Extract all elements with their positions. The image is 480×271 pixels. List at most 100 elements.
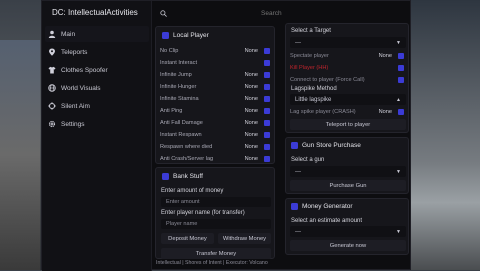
bank-header: Bank Stuff bbox=[162, 173, 203, 180]
search-bar[interactable] bbox=[152, 1, 410, 25]
toggle-checkbox[interactable] bbox=[264, 83, 270, 90]
toggle-row[interactable]: Lag spike player (CRASH) None bbox=[290, 107, 404, 116]
toggle-checkbox[interactable] bbox=[264, 95, 270, 102]
keybind-value[interactable]: None bbox=[245, 48, 258, 54]
toggle-label: Anti Crash/Server lag bbox=[160, 155, 214, 162]
search-input[interactable] bbox=[261, 9, 410, 17]
toggle-checkbox[interactable] bbox=[264, 59, 270, 66]
sidebar-item-main[interactable]: Main bbox=[45, 26, 149, 42]
location-pin-icon bbox=[48, 48, 56, 56]
teleport-to-player-button[interactable]: Teleport to player bbox=[290, 119, 406, 130]
sidebar-item-world-visuals[interactable]: World Visuals bbox=[45, 80, 149, 96]
toggle-checkbox[interactable] bbox=[398, 52, 404, 59]
toggle-label: Connect to player (Force Call) bbox=[290, 76, 365, 83]
sidebar-item-label: World Visuals bbox=[61, 84, 101, 92]
globe-icon bbox=[48, 84, 56, 92]
keybind-value[interactable]: None bbox=[245, 84, 258, 90]
withdraw-button[interactable]: Withdraw Money bbox=[218, 233, 271, 244]
toggle-checkbox[interactable] bbox=[264, 155, 270, 162]
toggle-checkbox[interactable] bbox=[398, 76, 404, 83]
toggle-row[interactable]: Instant Respawn None bbox=[160, 130, 270, 139]
toggle-label: Infinite Jump bbox=[160, 71, 192, 78]
deposit-button[interactable]: Deposit Money bbox=[161, 233, 214, 244]
toggle-checkbox[interactable] bbox=[264, 107, 270, 114]
sidebar-item-silent-aim[interactable]: Silent Aim bbox=[45, 98, 149, 114]
keybind-value[interactable]: None bbox=[245, 144, 258, 150]
amount-label: Enter amount of money bbox=[161, 188, 224, 194]
select-value: Little lagspike bbox=[295, 96, 332, 103]
toggle-label: Anti Ping bbox=[160, 107, 183, 114]
generate-now-button[interactable]: Generate now bbox=[290, 240, 406, 251]
toggle-label: Instant Respawn bbox=[160, 131, 202, 138]
money-icon bbox=[291, 203, 298, 210]
sidebar-item-label: Teleports bbox=[61, 48, 88, 56]
toggle-row[interactable]: Anti Crash/Server lag None bbox=[160, 154, 270, 163]
gun-select[interactable]: --- ▼ bbox=[290, 166, 406, 177]
amount-input[interactable]: Enter amount bbox=[161, 197, 271, 207]
toggle-label: Kill Player (HH) bbox=[290, 64, 329, 71]
keybind-value[interactable]: None bbox=[379, 53, 392, 59]
sidebar-item-label: Settings bbox=[61, 120, 85, 128]
toggle-label: Instant Interact bbox=[160, 59, 198, 66]
toggle-row[interactable]: Infinite Jump None bbox=[160, 70, 270, 79]
sidebar-item-label: Clothes Spoofer bbox=[61, 66, 108, 74]
toggle-row[interactable]: No Clip None bbox=[160, 46, 270, 55]
toggle-row[interactable]: Infinite Stamina None bbox=[160, 94, 270, 103]
footer-status: Intellectual | Shores of Intent | Execut… bbox=[156, 260, 268, 266]
chevron-down-icon: ▼ bbox=[396, 168, 401, 175]
gun-icon bbox=[291, 142, 298, 149]
crosshair-icon bbox=[48, 102, 56, 110]
toggle-label: Infinite Stamina bbox=[160, 95, 199, 102]
target-panel: Select a Target --- ▼ Spectate player No… bbox=[285, 23, 409, 133]
sidebar-item-settings[interactable]: Settings bbox=[45, 116, 149, 132]
sidebar-item-label: Main bbox=[61, 30, 76, 38]
sidebar-item-clothes-spoofer[interactable]: Clothes Spoofer bbox=[45, 62, 149, 78]
estimate-select[interactable]: --- ▼ bbox=[290, 226, 406, 237]
lagspike-method-select[interactable]: Little lagspike ▲ bbox=[290, 94, 406, 105]
sidebar: DC: IntellectualActivities Main Teleport… bbox=[42, 1, 152, 271]
keybind-value[interactable]: None bbox=[379, 109, 392, 115]
purchase-gun-button[interactable]: Purchase Gun bbox=[290, 180, 406, 191]
toggle-row[interactable]: Spectate player None bbox=[290, 51, 404, 60]
bank-icon bbox=[162, 173, 169, 180]
toggle-checkbox[interactable] bbox=[264, 47, 270, 54]
select-value: --- bbox=[295, 228, 301, 235]
toggle-checkbox[interactable] bbox=[264, 71, 270, 78]
keybind-value[interactable]: None bbox=[245, 156, 258, 162]
cheat-menu-window: DC: IntellectualActivities Main Teleport… bbox=[41, 0, 411, 271]
toggle-row[interactable]: Infinite Hunger None bbox=[160, 82, 270, 91]
local-player-panel: Local Player No Clip None Instant Intera… bbox=[155, 26, 275, 164]
toggle-row[interactable]: Instant Interact bbox=[160, 58, 270, 67]
chevron-down-icon: ▲ bbox=[396, 96, 401, 103]
toggle-label: Anti Fall Damage bbox=[160, 119, 203, 126]
keybind-value[interactable]: None bbox=[245, 72, 258, 78]
toggle-checkbox[interactable] bbox=[398, 64, 404, 71]
chevron-down-icon: ▼ bbox=[396, 228, 401, 235]
toggle-row[interactable]: Connect to player (Force Call) bbox=[290, 75, 404, 84]
target-select[interactable]: --- ▼ bbox=[290, 37, 406, 48]
keybind-value[interactable]: None bbox=[245, 96, 258, 102]
toggle-checkbox[interactable] bbox=[398, 108, 404, 115]
gun-select-label: Select a gun bbox=[291, 157, 325, 163]
toggle-label: Spectate player bbox=[290, 52, 329, 59]
player-name-input[interactable]: Player name bbox=[161, 219, 271, 229]
sidebar-item-teleports[interactable]: Teleports bbox=[45, 44, 149, 60]
select-value: --- bbox=[295, 39, 301, 46]
keybind-value[interactable]: None bbox=[245, 120, 258, 126]
toggle-checkbox[interactable] bbox=[264, 119, 270, 126]
money-generator-panel: Money Generator Select an estimate amoun… bbox=[285, 198, 409, 255]
toggle-row[interactable]: Kill Player (HH) bbox=[290, 63, 404, 72]
gear-icon bbox=[48, 120, 56, 128]
toggle-row[interactable]: Anti Fall Damage None bbox=[160, 118, 270, 127]
local-player-header: Local Player bbox=[162, 32, 209, 39]
toggle-label: Lag spike player (CRASH) bbox=[290, 108, 356, 115]
panel-title: Money Generator bbox=[302, 203, 353, 210]
transfer-button[interactable]: Transfer Money bbox=[161, 248, 271, 259]
toggle-row[interactable]: Respawn where died None bbox=[160, 142, 270, 151]
keybind-value[interactable]: None bbox=[245, 108, 258, 114]
player-name-label: Enter player name (for transfer) bbox=[161, 210, 245, 216]
toggle-checkbox[interactable] bbox=[264, 131, 270, 138]
toggle-checkbox[interactable] bbox=[264, 143, 270, 150]
toggle-row[interactable]: Anti Ping None bbox=[160, 106, 270, 115]
keybind-value[interactable]: None bbox=[245, 132, 258, 138]
